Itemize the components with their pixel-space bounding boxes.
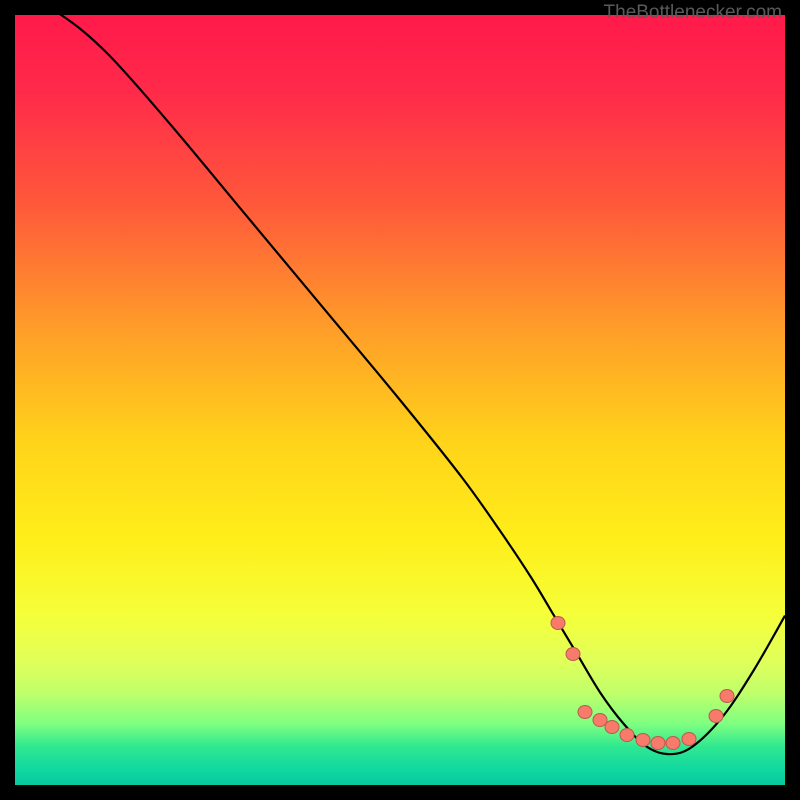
optimal-point-marker	[681, 732, 696, 746]
optimal-point-marker	[577, 705, 592, 719]
optimal-point-marker	[650, 736, 665, 750]
optimal-point-marker	[720, 689, 735, 703]
optimal-point-marker	[635, 733, 650, 747]
bottleneck-curve	[15, 15, 785, 785]
optimal-point-marker	[666, 736, 681, 750]
optimal-point-marker	[708, 709, 723, 723]
watermark-text: TheBottlenecker.com	[604, 2, 782, 24]
optimal-point-marker	[604, 720, 619, 734]
optimal-point-marker	[566, 647, 581, 661]
optimal-point-marker	[550, 616, 565, 630]
optimal-point-marker	[620, 728, 635, 742]
